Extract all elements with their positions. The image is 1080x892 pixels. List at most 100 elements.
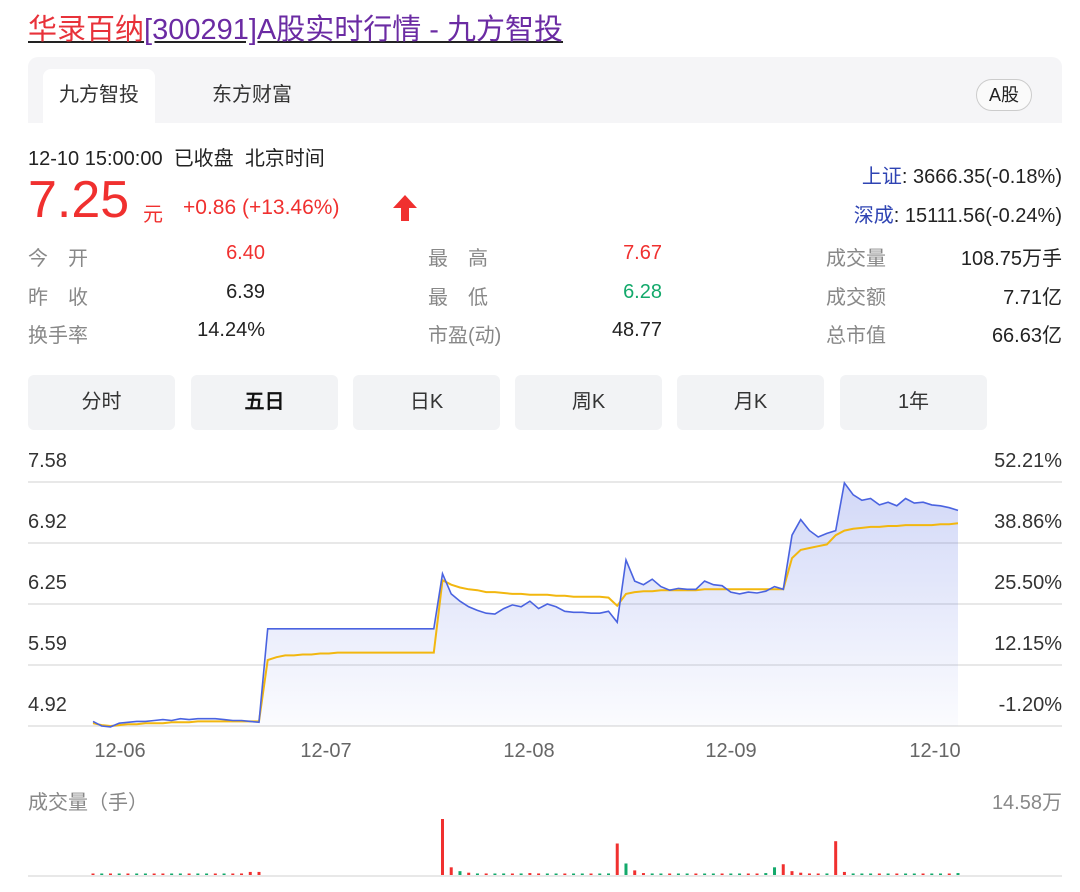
source-tabs: 九方智投 东方财富 A股 — [28, 57, 1062, 123]
tab-jiufang[interactable]: 九方智投 — [43, 69, 155, 123]
volume-bar — [782, 864, 785, 875]
stat-value: 108.75万手 — [961, 242, 1062, 271]
volume-bar — [729, 874, 732, 876]
volume-bar — [118, 874, 121, 876]
volume-bar — [930, 874, 933, 876]
volume-bar — [161, 874, 164, 876]
volume-label: 成交量（手） — [28, 786, 148, 815]
y-tick-left: 5.59 — [28, 633, 67, 656]
volume-bar — [126, 874, 129, 876]
stat-label: 市盈(动) — [428, 319, 501, 348]
x-tick: 12-10 — [909, 740, 960, 763]
volume-bar — [852, 873, 855, 875]
volume-bar — [913, 874, 916, 876]
index-value: : 15111.56(-0.24%) — [894, 205, 1062, 227]
volume-bar — [808, 873, 811, 875]
volume-bar — [511, 874, 514, 876]
volume-bar — [747, 874, 750, 876]
volume-bar — [598, 874, 601, 876]
volume-bar — [668, 874, 671, 876]
volume-bar — [458, 871, 461, 875]
volume-bar — [651, 873, 654, 875]
stat-value: 6.28 — [623, 281, 662, 304]
volume-bar — [659, 874, 662, 876]
stat-value: 6.39 — [226, 281, 265, 304]
volume-bar — [214, 874, 217, 876]
volume-bar — [957, 873, 960, 875]
price-change: +0.86 (+13.46%) — [183, 196, 339, 220]
volume-bar — [860, 874, 863, 876]
quote-status: 12-10 15:00:00 已收盘 北京时间 — [28, 142, 325, 171]
volume-bar — [825, 873, 828, 875]
y-tick-right: 25.50% — [994, 572, 1062, 595]
volume-bar — [170, 874, 173, 876]
market-state: 已收盘 — [174, 148, 234, 170]
volume-bar — [843, 872, 846, 875]
period-tab-intraday[interactable]: 分时 — [28, 375, 175, 430]
volume-bar — [450, 867, 453, 875]
tab-eastmoney[interactable]: 东方财富 — [196, 69, 308, 123]
volume-bar — [677, 874, 680, 876]
period-tab-weekly-k[interactable]: 周K — [515, 375, 662, 430]
stat-label: 昨 收 — [28, 281, 88, 310]
index-name[interactable]: 上证 — [862, 166, 902, 188]
period-tab-monthly-k[interactable]: 月K — [677, 375, 824, 430]
period-tab-1year[interactable]: 1年 — [840, 375, 987, 430]
title-link[interactable]: [300291]A股实时行情 - 九方智投 — [144, 14, 563, 46]
volume-bar — [624, 863, 627, 875]
volume-bar — [887, 874, 890, 876]
index-shenzhen[interactable]: 深成: 15111.56(-0.24%) — [854, 199, 1062, 228]
arrow-up-icon — [392, 194, 418, 227]
volume-bar — [773, 867, 776, 875]
volume-bar — [249, 872, 252, 875]
period-tab-5day[interactable]: 五日 — [191, 375, 338, 430]
volume-bar — [633, 870, 636, 875]
index-name[interactable]: 深成 — [854, 205, 894, 227]
price-chart[interactable] — [0, 440, 1080, 892]
volume-bar — [590, 874, 593, 876]
volume-bar — [546, 874, 549, 876]
stat-label: 成交量 — [826, 242, 886, 271]
volume-bar — [869, 874, 872, 876]
volume-bar — [502, 873, 505, 875]
timezone: 北京时间 — [245, 148, 325, 170]
volume-bar — [878, 874, 881, 876]
volume-bar — [922, 874, 925, 876]
volume-bar — [528, 873, 531, 875]
period-tab-daily-k[interactable]: 日K — [353, 375, 500, 430]
current-price: 7.25 — [28, 172, 129, 228]
volume-bar — [520, 873, 523, 875]
volume-bar — [703, 874, 706, 876]
volume-max-label: 14.58万 — [992, 786, 1062, 815]
volume-bar — [109, 874, 112, 876]
market-badge[interactable]: A股 — [976, 79, 1032, 111]
volume-bar — [258, 872, 261, 875]
volume-bar — [485, 873, 488, 875]
volume-bar — [572, 874, 575, 876]
volume-bar — [738, 874, 741, 876]
volume-bar — [895, 874, 898, 876]
y-tick-left: 4.92 — [28, 694, 67, 717]
page-title[interactable]: 华录百纳[300291]A股实时行情 - 九方智投 — [28, 6, 563, 48]
volume-bar — [188, 874, 191, 876]
stat-value: 7.71亿 — [1003, 281, 1062, 310]
volume-bar — [223, 874, 226, 876]
y-tick-right: 12.15% — [994, 633, 1062, 656]
stat-label: 换手率 — [28, 319, 88, 348]
x-tick: 12-07 — [300, 740, 351, 763]
volume-bar — [92, 874, 95, 876]
volume-bar — [756, 874, 759, 876]
index-shanghai[interactable]: 上证: 3666.35(-0.18%) — [862, 160, 1062, 189]
index-value: : 3666.35(-0.18%) — [902, 166, 1062, 188]
stat-label: 最 高 — [428, 242, 488, 271]
y-tick-left: 6.92 — [28, 511, 67, 534]
stock-name-link[interactable]: 华录百纳 — [28, 14, 144, 46]
y-tick-left: 6.25 — [28, 572, 67, 595]
volume-bar — [712, 874, 715, 876]
volume-bar — [694, 874, 697, 876]
y-tick-right: 52.21% — [994, 450, 1062, 473]
volume-bar — [135, 874, 138, 876]
y-tick-right: -1.20% — [999, 694, 1062, 717]
stat-value: 14.24% — [197, 319, 265, 342]
quote-datetime: 12-10 15:00:00 — [28, 148, 163, 170]
